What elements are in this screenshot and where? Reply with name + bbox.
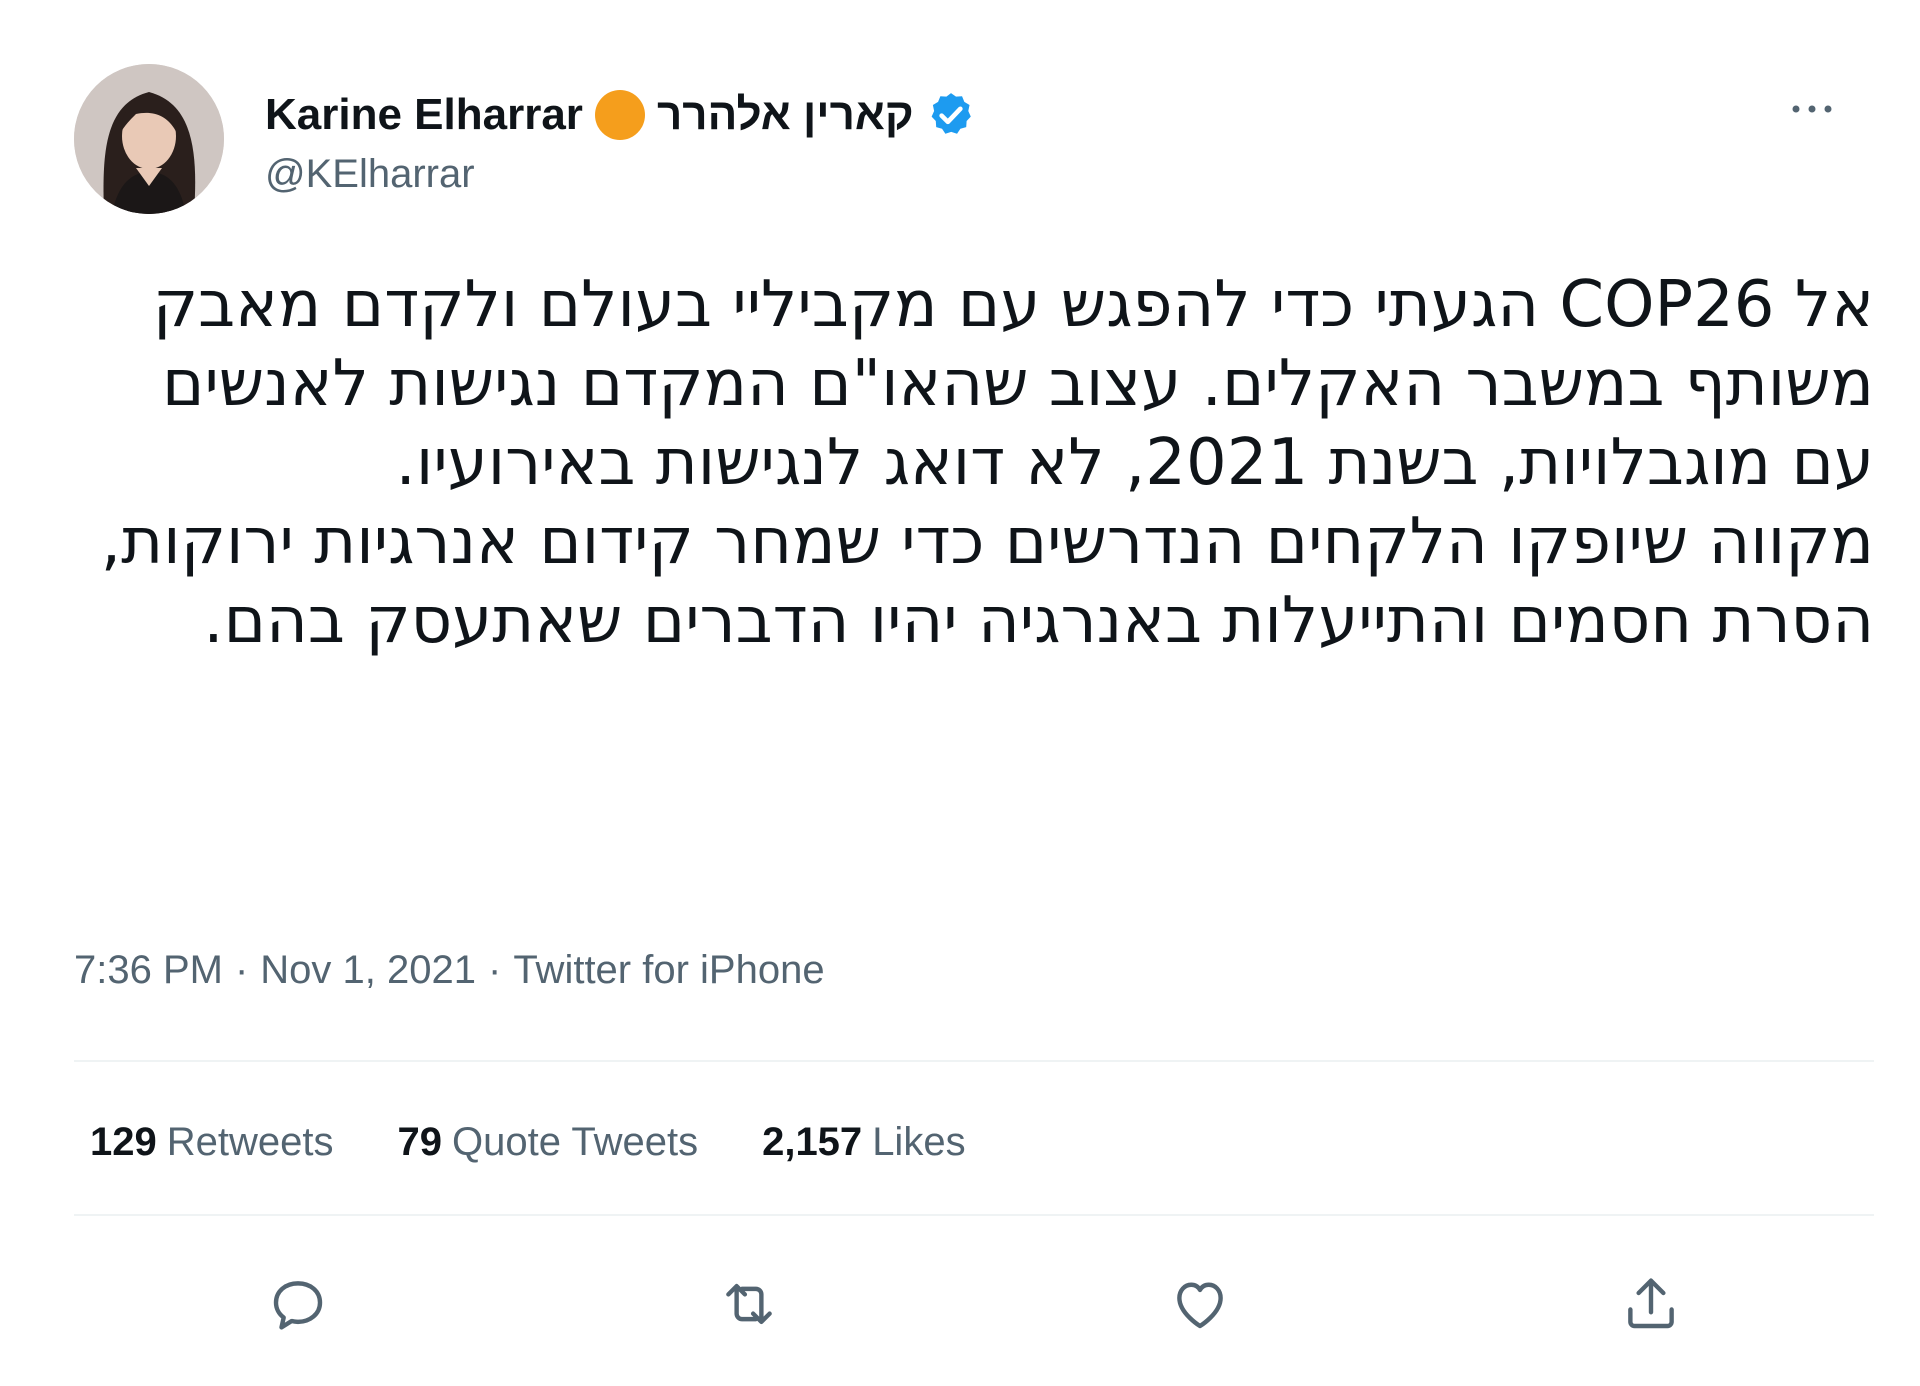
display-name[interactable]: Karine Elharrar xyxy=(265,90,583,140)
handle[interactable]: @KElharrar xyxy=(265,152,976,197)
tweet-meta: 7:36 PM · Nov 1, 2021 · Twitter for iPhone xyxy=(74,948,825,993)
like-button[interactable] xyxy=(1164,1268,1236,1340)
retweet-button[interactable] xyxy=(713,1268,785,1340)
orange-circle-emoji-icon xyxy=(594,90,645,140)
avatar-image-icon xyxy=(74,64,224,214)
likes-label: Likes xyxy=(872,1120,966,1164)
tweet-paragraph-2: מקווה שיופקו הלקחים הנדרשים כדי שמחר קיד… xyxy=(100,505,1874,658)
divider xyxy=(74,1060,1874,1062)
avatar[interactable] xyxy=(74,64,224,214)
author-info: Karine Elharrar קארין אלהרר @KElharrar xyxy=(265,84,976,197)
tweet-header: Karine Elharrar קארין אלהרר @KElharrar xyxy=(74,64,1860,224)
reply-icon xyxy=(273,1281,323,1330)
meta-separator: · xyxy=(234,948,249,992)
more-options-icon[interactable] xyxy=(1782,94,1842,124)
tweet-time[interactable]: 7:36 PM xyxy=(74,948,223,992)
tweet-text: אל COP26 הגעתי כדי להפגש עם מקביליי בעול… xyxy=(100,266,1874,661)
retweet-icon xyxy=(726,1283,772,1325)
share-button[interactable] xyxy=(1615,1268,1687,1340)
retweets-stat[interactable]: 129 Retweets xyxy=(90,1120,334,1165)
retweets-count: 129 xyxy=(90,1120,157,1164)
quote-tweets-count: 79 xyxy=(397,1120,443,1164)
tweet-date[interactable]: Nov 1, 2021 xyxy=(260,948,476,992)
verified-badge-icon xyxy=(931,93,971,134)
tweet-source[interactable]: Twitter for iPhone xyxy=(513,948,824,992)
tweet-paragraph-1: אל COP26 הגעתי כדי להפגש עם מקביליי בעול… xyxy=(152,268,1874,500)
retweets-label: Retweets xyxy=(166,1120,334,1164)
quote-tweets-label: Quote Tweets xyxy=(452,1120,699,1164)
meta-separator: · xyxy=(488,948,502,992)
tweet-stats: 129 Retweets 79 Quote Tweets 2,157 Likes xyxy=(90,1120,966,1165)
like-icon xyxy=(1177,1282,1223,1329)
tweet-actions xyxy=(0,1268,1920,1348)
likes-count: 2,157 xyxy=(762,1120,863,1164)
name-row: Karine Elharrar קארין אלהרר xyxy=(265,84,976,146)
display-name-hebrew[interactable]: קארין אלהרר xyxy=(657,90,914,140)
reply-button[interactable] xyxy=(262,1268,334,1340)
tweet-card: Karine Elharrar קארין אלהרר @KElharrar א… xyxy=(0,0,1920,1386)
divider xyxy=(74,1214,1874,1216)
quote-tweets-stat[interactable]: 79 Quote Tweets xyxy=(398,1120,699,1165)
likes-stat[interactable]: 2,157 Likes xyxy=(762,1120,966,1165)
share-icon xyxy=(1628,1278,1674,1329)
